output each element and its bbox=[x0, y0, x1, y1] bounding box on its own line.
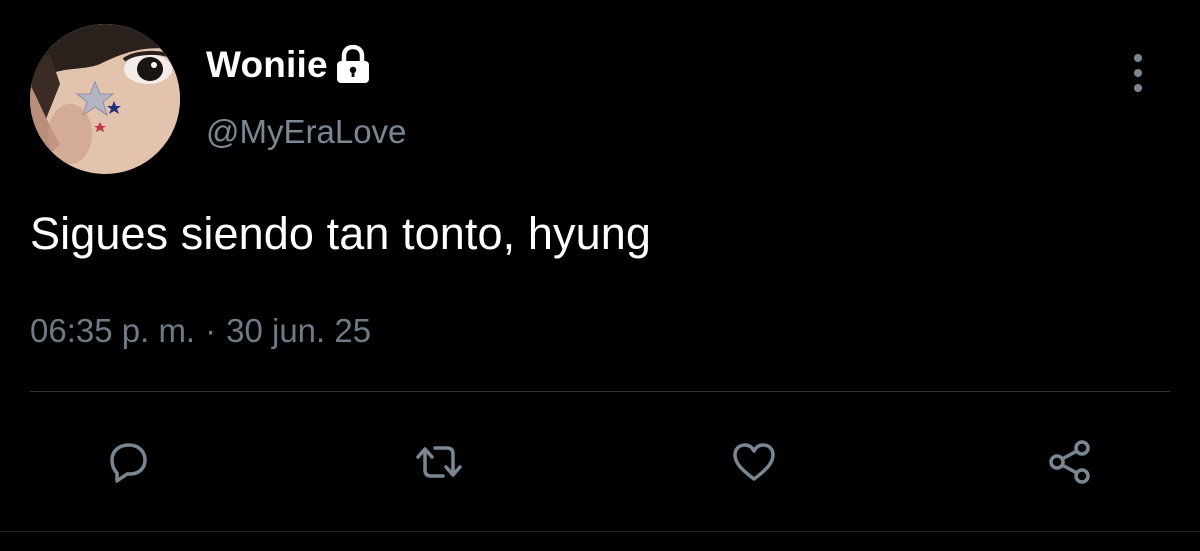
reply-button[interactable] bbox=[98, 432, 158, 492]
avatar[interactable] bbox=[30, 24, 180, 174]
heart-icon bbox=[733, 443, 775, 481]
handle[interactable]: @MyEraLove bbox=[206, 113, 406, 151]
tweet-text: Sigues siendo tan tonto, hyung bbox=[30, 208, 651, 259]
share-button[interactable] bbox=[1040, 432, 1100, 492]
tweet-meta: 06:35 p. m. · 30 jun. 25 bbox=[30, 312, 371, 350]
tweet-date[interactable]: 30 jun. 25 bbox=[226, 312, 371, 350]
like-button[interactable] bbox=[724, 432, 784, 492]
lock-icon bbox=[334, 44, 372, 85]
more-vertical-icon[interactable] bbox=[1120, 48, 1156, 98]
reply-icon bbox=[110, 443, 147, 483]
retweet-button[interactable] bbox=[409, 432, 469, 492]
meta-separator: · bbox=[205, 312, 217, 349]
divider bbox=[30, 391, 1170, 392]
retweet-icon bbox=[416, 446, 462, 478]
tweet-card: Woniie @MyEraLove Sigues siendo tan tont… bbox=[0, 0, 1200, 551]
share-icon bbox=[1049, 440, 1090, 484]
display-name-row: Woniie bbox=[206, 40, 372, 90]
bottom-divider bbox=[0, 531, 1200, 532]
tweet-time[interactable]: 06:35 p. m. bbox=[30, 312, 195, 350]
display-name[interactable]: Woniie bbox=[206, 44, 328, 86]
